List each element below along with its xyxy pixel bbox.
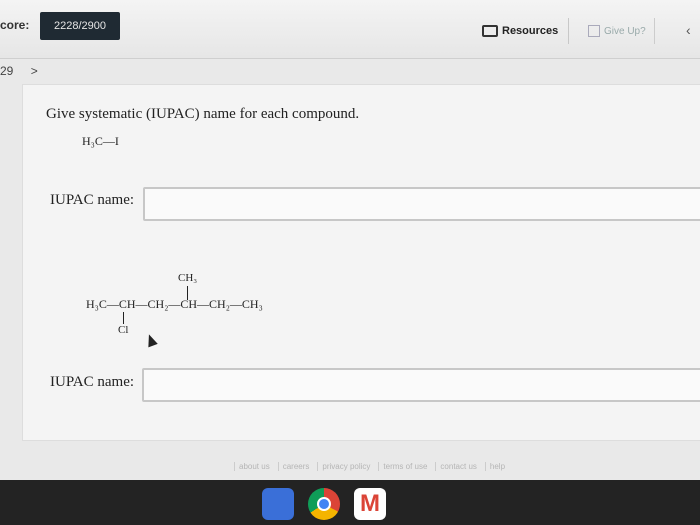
branch-bottom-label: Cl <box>118 324 129 336</box>
branch-top-label: CH₃ <box>178 272 198 284</box>
folder-icon <box>482 25 498 37</box>
docs-icon[interactable] <box>262 488 294 520</box>
question-number: 29 <box>0 64 14 78</box>
dock <box>262 488 386 520</box>
iupac-answer-2-input[interactable] <box>142 368 700 402</box>
compound-1-structure: H₃C—I <box>82 134 119 148</box>
footer-link-contact[interactable]: contact us <box>435 462 480 471</box>
footer-link-careers[interactable]: careers <box>277 462 314 471</box>
bond-bottom <box>123 312 124 324</box>
iupac-label-1: IUPAC name: <box>50 192 135 208</box>
chrome-icon[interactable] <box>308 488 340 520</box>
footer-links: about us careers privacy policy terms of… <box>234 462 509 471</box>
next-question-arrow[interactable]: > <box>31 64 38 78</box>
main-chain-label: H₃C—CH—CH₂—CH—CH₂—CH₃ <box>86 297 263 311</box>
give-up-button[interactable]: Give Up? <box>580 18 655 44</box>
flag-icon <box>588 25 600 37</box>
question-prompt: Give systematic (IUPAC) name for each co… <box>46 106 360 122</box>
question-nav: 29 > <box>0 64 38 78</box>
score-value: 2228/2900 <box>40 12 120 40</box>
resources-label: Resources <box>502 25 559 37</box>
footer-link-terms[interactable]: terms of use <box>378 462 431 471</box>
score-label: core: <box>0 18 30 32</box>
footer-link-privacy[interactable]: privacy policy <box>317 462 374 471</box>
top-bar: core: 2228/2900 Resources Give Up? ‹ <box>0 0 700 59</box>
iupac-answer-1-input[interactable] <box>143 187 700 221</box>
chevron-left-icon[interactable]: ‹ <box>686 22 691 38</box>
iupac-label-2: IUPAC name: <box>50 374 135 390</box>
resources-button[interactable]: Resources <box>476 18 570 44</box>
gmail-icon[interactable] <box>354 488 386 520</box>
give-up-label: Give Up? <box>604 25 646 37</box>
footer-link-about[interactable]: about us <box>234 462 274 471</box>
footer-link-help[interactable]: help <box>484 462 509 471</box>
compound-2-structure: CH₃ H₃C—CH—CH₂—CH—CH₂—CH₃ Cl <box>86 272 326 352</box>
